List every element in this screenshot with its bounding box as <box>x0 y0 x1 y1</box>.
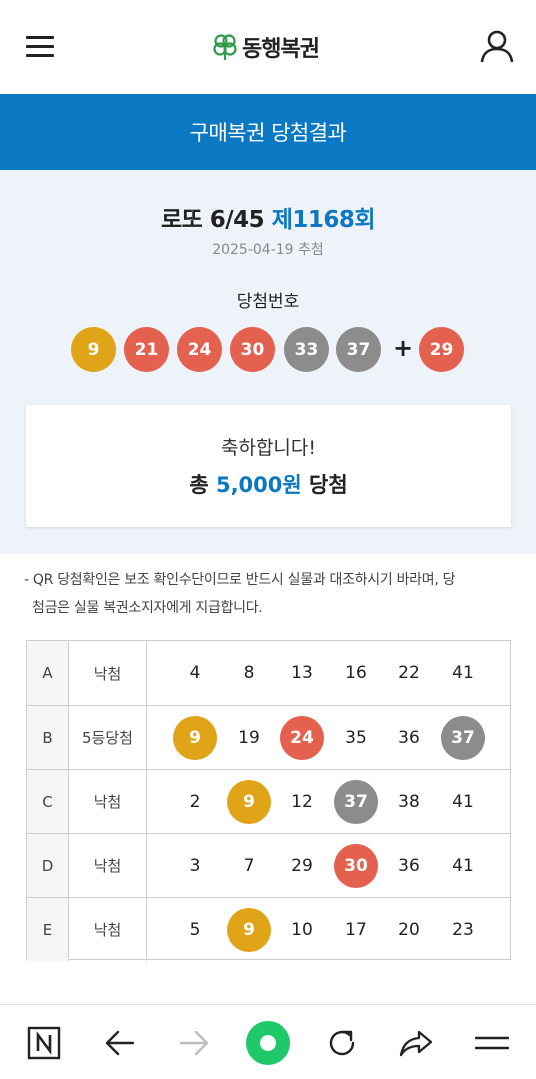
brand-logo[interactable]: 동행복권 <box>212 30 320 64</box>
prize-amount: 5,000원 <box>215 473 302 497</box>
ticket-number: 22 <box>398 663 420 683</box>
congrats-text: 축하합니다! <box>220 437 317 459</box>
ticket-number: 12 <box>291 792 313 812</box>
ticket-number-matched: 9 <box>227 908 271 952</box>
ticket-number: 36 <box>398 728 420 748</box>
ticket-number: 41 <box>452 856 474 876</box>
ticket-row: E 낙첨 5 9 10 17 20 23 <box>27 897 510 961</box>
winning-ball: 30 <box>230 327 275 372</box>
winning-ball: 37 <box>336 327 381 372</box>
ticket-result: 낙첨 <box>69 641 147 705</box>
top-header: 동행복권 <box>0 0 536 94</box>
ticket-number-matched: 24 <box>280 716 324 760</box>
prize-prefix: 총 <box>189 473 209 497</box>
ticket-number: 7 <box>243 856 255 876</box>
ticket-number-matched: 30 <box>334 844 378 888</box>
ticket-number: 10 <box>291 920 313 940</box>
brand-name: 동행복권 <box>242 37 320 62</box>
more-menu-icon[interactable] <box>462 1005 522 1079</box>
naver-n-icon[interactable] <box>14 1005 74 1079</box>
ticket-number: 17 <box>345 920 367 940</box>
ticket-number: 4 <box>189 663 201 683</box>
ticket-result: 낙첨 <box>69 834 147 897</box>
ticket-number: 20 <box>398 920 420 940</box>
ticket-slot-label: C <box>27 770 69 833</box>
ticket-row: A 낙첨 4 8 13 16 22 41 <box>27 641 510 705</box>
ticket-number-matched: 37 <box>334 780 378 824</box>
home-circle-icon[interactable] <box>238 1005 298 1079</box>
page-title: 구매복권 당첨결과 <box>0 94 536 170</box>
notice-line-1: - QR 당첨확인은 보조 확인수단이므로 반드시 실물과 대조하시기 바라며,… <box>24 572 456 588</box>
prize-amount-line: 총 5,000원 당첨 <box>26 469 511 499</box>
ticket-row: D 낙첨 3 7 29 30 36 41 <box>27 833 510 897</box>
ticket-number: 41 <box>452 663 474 683</box>
game-name: 로또 6/45 <box>160 207 265 233</box>
ticket-number: 29 <box>291 856 313 876</box>
draw-result-section: 로또 6/45 제1168회 2025-04-19 추첨 당첨번호 9 21 24 3… <box>0 170 536 554</box>
qr-notice: - QR 당첨확인은 보조 확인수단이므로 반드시 실물과 대조하시기 바라며,… <box>24 566 514 622</box>
ticket-number: 16 <box>345 663 367 683</box>
back-arrow-icon[interactable] <box>90 1005 150 1079</box>
draw-date: 2025-04-19 추첨 <box>212 242 324 258</box>
ticket-row: C 낙첨 2 9 12 37 38 41 <box>27 769 510 833</box>
winning-ball: 24 <box>177 327 222 372</box>
share-icon[interactable] <box>386 1005 446 1079</box>
hamburger-menu-icon[interactable] <box>26 34 56 60</box>
refresh-icon[interactable] <box>312 1005 372 1079</box>
forward-arrow-icon[interactable] <box>164 1005 224 1079</box>
notice-line-2: 첨금은 실물 복권소지자에게 지급합니다. <box>32 600 263 616</box>
ticket-table: A 낙첨 4 8 13 16 22 41 B 5등당첨 9 19 24 35 36 37 C 낙첨 2 9 12 37 38… <box>26 640 511 961</box>
ticket-slot-label: A <box>27 641 69 705</box>
ticket-number: 19 <box>238 728 260 748</box>
ticket-number: 36 <box>398 856 420 876</box>
ticket-slot-label: E <box>27 898 69 961</box>
ticket-number: 3 <box>189 856 201 876</box>
prize-card: 축하합니다! 총 5,000원 당첨 <box>26 405 511 527</box>
ticket-result: 낙첨 <box>69 898 147 961</box>
winning-ball: 21 <box>124 327 169 372</box>
ticket-slot-label: B <box>27 706 69 769</box>
user-icon[interactable] <box>478 28 516 66</box>
bonus-plus-sign: + <box>393 334 414 362</box>
ticket-number: 2 <box>189 792 201 812</box>
ticket-number: 41 <box>452 792 474 812</box>
winning-numbers-label: 당첨번호 <box>236 292 300 312</box>
clover-logo-icon <box>213 34 237 60</box>
ticket-number: 35 <box>345 728 367 748</box>
bonus-ball: 29 <box>419 327 464 372</box>
ticket-number-matched: 37 <box>441 716 485 760</box>
ticket-number: 8 <box>243 663 255 683</box>
prize-suffix: 당첨 <box>309 473 348 497</box>
ticket-number: 38 <box>398 792 420 812</box>
draw-title: 로또 6/45 제1168회 <box>0 200 536 234</box>
winning-ball: 9 <box>71 327 116 372</box>
ticket-number: 23 <box>452 920 474 940</box>
ticket-number: 5 <box>189 920 201 940</box>
ticket-number-matched: 9 <box>173 716 217 760</box>
round-number: 제1168회 <box>271 207 376 233</box>
ticket-result: 낙첨 <box>69 770 147 833</box>
ticket-number-matched: 9 <box>227 780 271 824</box>
ticket-result: 5등당첨 <box>69 706 147 769</box>
ticket-row: B 5등당첨 9 19 24 35 36 37 <box>27 705 510 769</box>
bottom-browser-nav <box>0 1004 536 1079</box>
ticket-number: 13 <box>291 663 313 683</box>
winning-ball: 33 <box>284 327 329 372</box>
ticket-slot-label: D <box>27 834 69 897</box>
